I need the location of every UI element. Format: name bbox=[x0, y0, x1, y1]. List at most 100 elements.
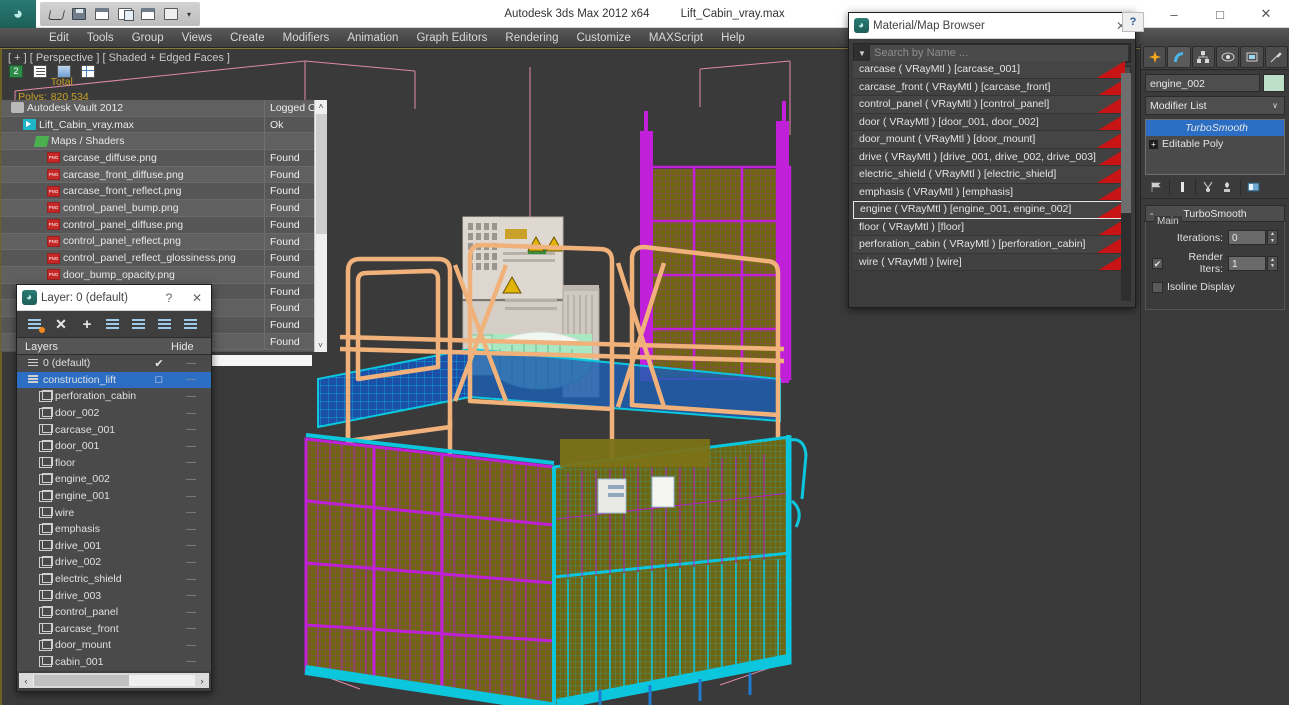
list-item[interactable]: electric_shield — bbox=[17, 571, 211, 588]
scrollbar-thumb[interactable] bbox=[1121, 73, 1131, 213]
menu-customize[interactable]: Customize bbox=[567, 28, 639, 48]
add-selection-to-layer-icon[interactable]: + bbox=[74, 313, 100, 335]
menu-graph-editors[interactable]: Graph Editors bbox=[407, 28, 496, 48]
tab-modify[interactable] bbox=[1167, 45, 1191, 68]
column-header-layers[interactable]: Layers bbox=[17, 338, 171, 354]
layer-hide-cell[interactable]: — bbox=[171, 491, 211, 502]
layer-hide-cell[interactable]: — bbox=[171, 474, 211, 485]
hscroll-left-icon[interactable]: ‹ bbox=[19, 676, 33, 686]
material-row[interactable]: emphasis ( VRayMtl ) [emphasis] bbox=[853, 183, 1125, 201]
layerdlg-help-icon[interactable]: ? bbox=[155, 285, 183, 311]
list-item[interactable]: floor — bbox=[17, 455, 211, 472]
undo-icon[interactable] bbox=[136, 4, 159, 25]
show-end-result-icon[interactable] bbox=[1173, 178, 1192, 196]
table-row[interactable]: control_panel_bump.png Found bbox=[1, 200, 327, 217]
layer-hide-cell[interactable]: — bbox=[171, 640, 211, 651]
material-map-browser-dialog[interactable]: ◕ Material/Map Browser ✕ ▼ Search by Nam… bbox=[848, 12, 1136, 308]
search-input[interactable]: Search by Name ... bbox=[870, 45, 1128, 61]
hscroll-right-icon[interactable]: › bbox=[195, 676, 209, 686]
menu-help[interactable]: Help bbox=[712, 28, 754, 48]
highlight-selected-objects-icon[interactable] bbox=[126, 313, 152, 335]
remove-modifier-icon[interactable] bbox=[1218, 178, 1237, 196]
select-objects-in-layer-icon[interactable] bbox=[100, 313, 126, 335]
scroll-up-icon[interactable]: ˄ bbox=[315, 100, 327, 113]
materials-list[interactable]: carcase ( VRayMtl ) [carcase_001] carcas… bbox=[853, 61, 1125, 301]
table-row[interactable]: carcase_diffuse.png Found bbox=[1, 150, 327, 167]
material-row[interactable]: control_panel ( VRayMtl ) [control_panel… bbox=[853, 96, 1125, 114]
create-new-layer-icon[interactable] bbox=[22, 313, 48, 335]
isoline-display-checkbox[interactable] bbox=[1152, 281, 1163, 293]
list-item[interactable]: cabin_001 — bbox=[17, 654, 211, 671]
layer-hide-cell[interactable]: — bbox=[171, 457, 211, 468]
layer-hide-cell[interactable]: — bbox=[171, 507, 211, 518]
modifier-turbosmooth[interactable]: TurboSmooth bbox=[1146, 120, 1284, 136]
matbrowser-help-icon[interactable]: ? bbox=[1122, 12, 1144, 32]
tab-display[interactable] bbox=[1240, 45, 1264, 68]
scroll-down-icon[interactable]: ˅ bbox=[315, 339, 326, 352]
material-row[interactable]: drive ( VRayMtl ) [drive_001, drive_002,… bbox=[853, 148, 1125, 166]
make-unique-icon[interactable] bbox=[1199, 178, 1218, 196]
table-row[interactable]: carcase_front_reflect.png Found bbox=[1, 183, 327, 201]
tab-hierarchy[interactable] bbox=[1191, 45, 1215, 68]
layer-current-checkbox[interactable]: □ bbox=[147, 374, 171, 386]
layer-hide-cell[interactable]: — bbox=[171, 607, 211, 618]
column-header-hide[interactable]: Hide bbox=[171, 338, 211, 354]
matbrowser-titlebar[interactable]: ◕ Material/Map Browser ✕ bbox=[849, 13, 1135, 39]
layer-hide-cell[interactable]: — bbox=[171, 623, 211, 634]
maximize-button[interactable]: □ bbox=[1197, 0, 1243, 28]
menu-create[interactable]: Create bbox=[221, 28, 274, 48]
menu-animation[interactable]: Animation bbox=[338, 28, 407, 48]
layerdlg-titlebar[interactable]: ◕ Layer: 0 (default) ? ✕ bbox=[17, 285, 211, 311]
layer-hide-cell[interactable]: — bbox=[171, 540, 211, 551]
list-item[interactable]: engine_002 — bbox=[17, 471, 211, 488]
set-current-layer-icon[interactable] bbox=[152, 313, 178, 335]
layer-hide-cell[interactable]: — bbox=[171, 358, 211, 369]
material-row[interactable]: electric_shield ( VRayMtl ) [electric_sh… bbox=[853, 166, 1125, 184]
layer-manager-dialog[interactable]: ◕ Layer: 0 (default) ? ✕ ✕ + Layers Hide… bbox=[16, 284, 212, 692]
matbrowser-search-row[interactable]: ▼ Search by Name ... bbox=[853, 43, 1131, 63]
matbrowser-scrollbar[interactable] bbox=[1121, 73, 1131, 301]
list-item[interactable]: drive_001 — bbox=[17, 538, 211, 555]
minimize-button[interactable]: – bbox=[1151, 0, 1197, 28]
table-row[interactable]: door_bump_opacity.png Found bbox=[1, 266, 327, 284]
list-item[interactable]: engine_001 — bbox=[17, 488, 211, 505]
layerdlg-close-button[interactable]: ✕ bbox=[183, 285, 211, 311]
list-item[interactable]: door_001 — bbox=[17, 438, 211, 455]
material-row[interactable]: carcase ( VRayMtl ) [carcase_001] bbox=[853, 61, 1125, 79]
object-name-field[interactable]: engine_002 bbox=[1145, 74, 1260, 92]
layer-hide-cell[interactable]: — bbox=[171, 424, 211, 435]
layer-hide-cell[interactable]: — bbox=[171, 656, 211, 667]
table-row[interactable]: Lift_Cabin_vray.max Ok bbox=[1, 116, 327, 134]
table-row[interactable]: Autodesk Vault 2012 Logged O bbox=[1, 100, 327, 117]
rollout-toggle-icon[interactable]: - bbox=[1150, 208, 1154, 220]
list-item[interactable]: 0 (default) ✔ — bbox=[17, 355, 211, 372]
modifier-list-dropdown[interactable]: Modifier List ∨ bbox=[1145, 96, 1285, 115]
set-project-folder-icon[interactable] bbox=[113, 4, 136, 25]
iterations-input[interactable]: 0 bbox=[1228, 230, 1266, 245]
layer-current-checkbox[interactable]: ✔ bbox=[147, 357, 171, 370]
table-row[interactable]: control_panel_reflect.png Found bbox=[1, 233, 327, 251]
object-color-swatch[interactable] bbox=[1263, 74, 1285, 92]
layer-hide-cell[interactable]: — bbox=[171, 590, 211, 601]
menu-views[interactable]: Views bbox=[173, 28, 221, 48]
redo-icon[interactable] bbox=[159, 4, 182, 25]
list-item[interactable]: drive_003 — bbox=[17, 587, 211, 604]
table-row[interactable]: control_panel_diffuse.png Found bbox=[1, 216, 327, 234]
close-button[interactable]: ✕ bbox=[1243, 0, 1289, 28]
list-item-selected[interactable]: construction_lift □ — bbox=[17, 371, 211, 389]
scrollbar-thumb[interactable] bbox=[316, 114, 327, 234]
tab-utilities[interactable] bbox=[1264, 45, 1288, 68]
material-row[interactable]: floor ( VRayMtl ) [floor] bbox=[853, 218, 1125, 236]
layer-hide-cell[interactable]: — bbox=[171, 408, 211, 419]
menu-group[interactable]: Group bbox=[123, 28, 173, 48]
list-item[interactable]: door_002 — bbox=[17, 405, 211, 422]
table-row[interactable]: carcase_front_diffuse.png Found bbox=[1, 166, 327, 184]
layer-hide-cell[interactable]: — bbox=[171, 524, 211, 535]
assettrack-vertical-scrollbar[interactable]: ˄ ˅ bbox=[314, 100, 327, 352]
matbrowser-options-icon[interactable]: ▼ bbox=[854, 49, 870, 58]
modifier-stack[interactable]: TurboSmooth + Editable Poly bbox=[1145, 119, 1285, 175]
material-row-selected[interactable]: engine ( VRayMtl ) [engine_001, engine_0… bbox=[853, 201, 1125, 219]
material-row[interactable]: door ( VRayMtl ) [door_001, door_002] bbox=[853, 113, 1125, 131]
render-iters-spinner[interactable]: ▲ ▼ bbox=[1267, 255, 1278, 271]
list-item[interactable]: carcase_001 — bbox=[17, 421, 211, 438]
